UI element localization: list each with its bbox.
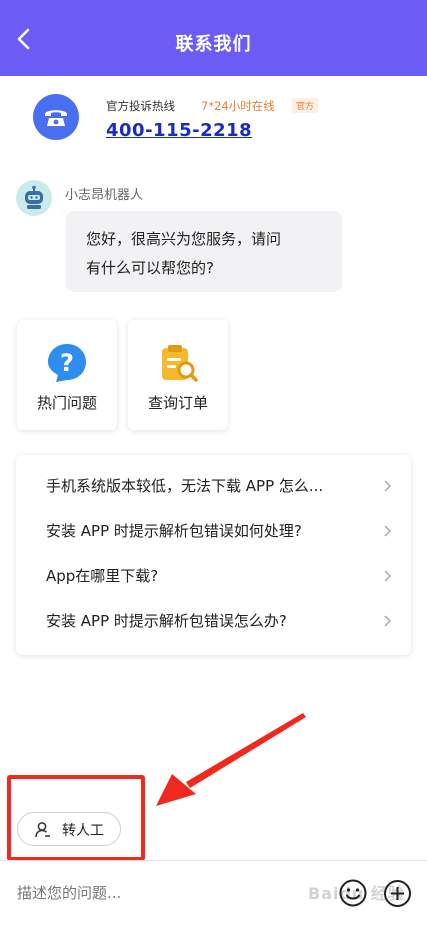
faq-item-text: 手机系统版本较低，无法下载 APP 怎么... xyxy=(46,477,324,495)
phone-icon[interactable] xyxy=(33,94,79,140)
chevron-right-icon xyxy=(384,570,392,582)
bot-name: 小志昂机器人 xyxy=(65,188,144,203)
input-divider xyxy=(0,860,427,861)
hotline-label: 官方投诉热线 xyxy=(106,99,175,113)
query-order-card[interactable]: 查询订单 xyxy=(128,320,228,430)
svg-text:?: ? xyxy=(60,349,74,377)
question-input[interactable] xyxy=(17,878,317,908)
bot-message-line: 您好，很高兴为您服务，请问 xyxy=(86,230,282,248)
faq-item-text: App在哪里下载? xyxy=(46,567,159,585)
emoji-icon[interactable] xyxy=(338,878,368,908)
hotline-hours: 7*24小时在线 xyxy=(201,99,275,113)
faq-item-text: 安装 APP 时提示解析包错误如何处理? xyxy=(46,522,302,540)
bot-message-line: 有什么可以帮您的? xyxy=(86,259,214,277)
order-search-icon xyxy=(162,345,198,382)
card-label: 热门问题 xyxy=(36,394,97,412)
chevron-right-icon xyxy=(384,525,392,537)
chevron-right-icon xyxy=(384,480,392,492)
faq-item[interactable]: 安装 APP 时提示解析包错误如何处理? xyxy=(46,516,393,546)
faq-item[interactable]: 手机系统版本较低，无法下载 APP 怎么... xyxy=(46,471,393,501)
question-icon: ? xyxy=(48,344,86,382)
annotation-arrow xyxy=(156,713,306,806)
transfer-label: 转人工 xyxy=(62,823,104,839)
hot-questions-card[interactable]: ? 热门问题 xyxy=(17,320,117,430)
header-bar: 联系我们 xyxy=(0,0,427,76)
faq-item[interactable]: App在哪里下载? xyxy=(46,561,393,591)
faq-item[interactable]: 安装 APP 时提示解析包错误怎么办? xyxy=(46,606,393,636)
plus-icon[interactable] xyxy=(383,879,412,908)
faq-list: 手机系统版本较低，无法下载 APP 怎么... 安装 APP 时提示解析包错误如… xyxy=(16,455,411,655)
transfer-to-human-button[interactable]: 转人工 xyxy=(17,812,121,846)
person-icon xyxy=(35,822,50,838)
robot-avatar-icon xyxy=(16,180,52,216)
card-label: 查询订单 xyxy=(147,394,208,412)
hotline-number-link[interactable]: 400-115-2218 xyxy=(106,120,252,141)
faq-item-text: 安装 APP 时提示解析包错误怎么办? xyxy=(46,612,287,630)
page-title: 联系我们 xyxy=(175,34,252,55)
official-badge: 官方 xyxy=(292,98,319,113)
bot-message-bubble: 您好，很高兴为您服务，请问 有什么可以帮您的? xyxy=(66,211,342,292)
chevron-right-icon xyxy=(384,615,392,627)
